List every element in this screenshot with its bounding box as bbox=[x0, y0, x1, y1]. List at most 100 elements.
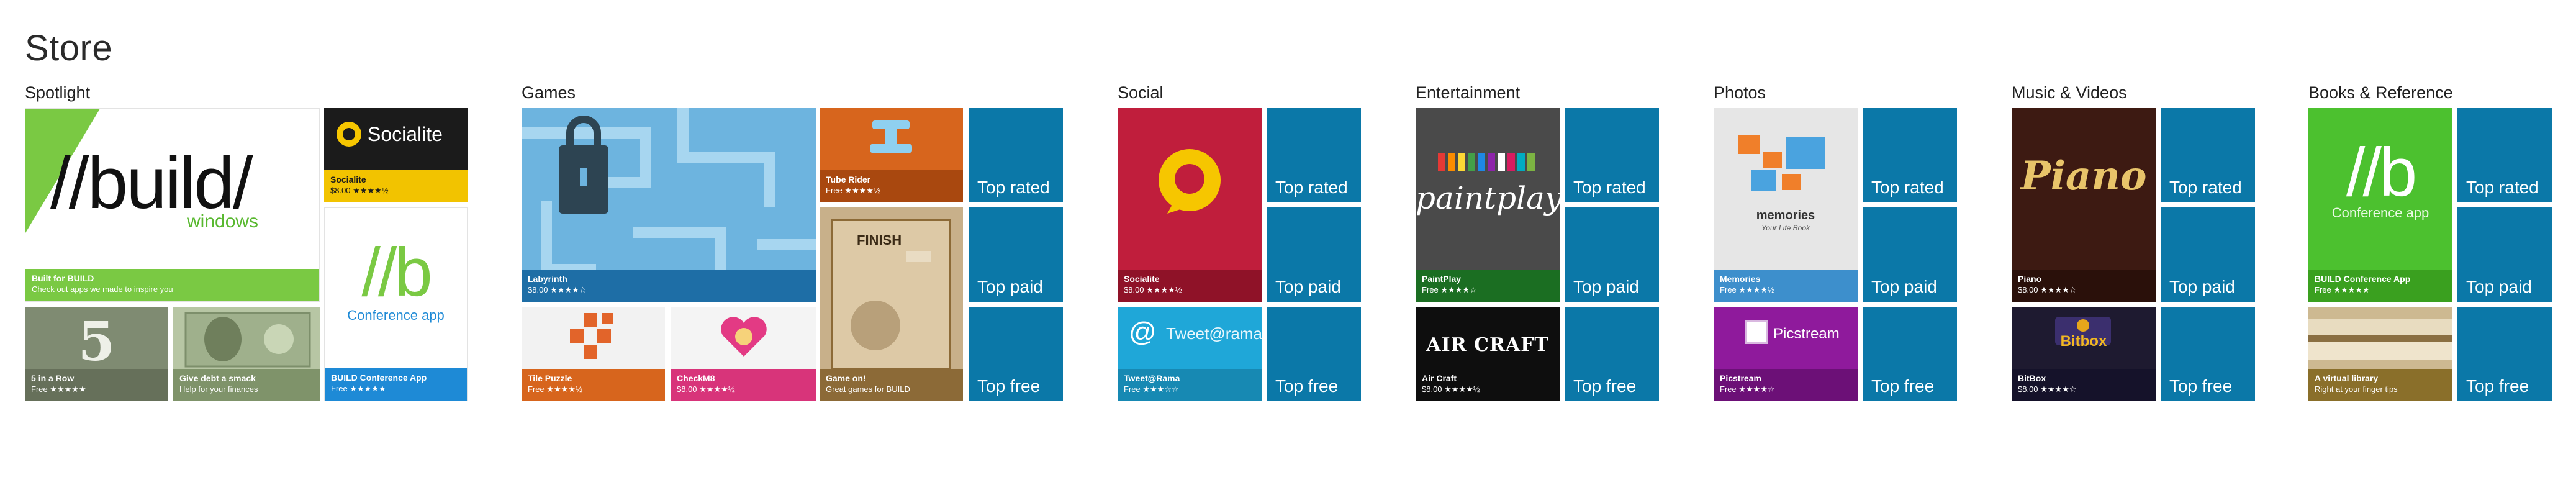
group-title-books-reference[interactable]: Books & Reference bbox=[2308, 83, 2453, 102]
tile-meta: $8.00 ★★★★½ bbox=[1422, 384, 1480, 394]
heart-icon bbox=[721, 317, 767, 357]
tile-info-bar: Tube Rider Free ★★★★½ bbox=[820, 170, 963, 202]
tile-build-conference-books[interactable]: //b Conference app BUILD Conference App … bbox=[2308, 108, 2452, 302]
nav-label: Top free bbox=[2466, 376, 2529, 396]
tile-built-for-build[interactable]: //build/ windows Built for BUILD Check o… bbox=[25, 108, 320, 302]
tile-name: Labyrinth bbox=[528, 274, 567, 284]
tile-info-bar: BitBox $8.00 ★★★★☆ bbox=[2012, 369, 2156, 401]
social-top-free[interactable]: Top free bbox=[1267, 307, 1361, 401]
tile-give-debt-a-smack[interactable]: Give debt a smack Help for your finances bbox=[173, 307, 320, 401]
photos-top-paid[interactable]: Top paid bbox=[1863, 207, 1957, 302]
tile-socialite-social[interactable]: Socialite $8.00 ★★★★½ bbox=[1118, 108, 1262, 302]
nav-label: Top free bbox=[2169, 376, 2233, 396]
tile-name: Socialite bbox=[1124, 274, 1160, 284]
tile-meta: Right at your finger tips bbox=[2315, 384, 2398, 394]
tile-info-bar: Memories Free ★★★★½ bbox=[1714, 270, 1858, 302]
tile-build-conference-spotlight[interactable]: //b Conference app BUILD Conference App … bbox=[324, 207, 468, 401]
music-top-rated[interactable]: Top rated bbox=[2161, 108, 2255, 202]
entertainment-top-paid[interactable]: Top paid bbox=[1565, 207, 1659, 302]
paint-stripes-icon bbox=[1438, 153, 1535, 171]
conference-logo-sub: Conference app bbox=[347, 307, 445, 323]
tile-tile-puzzle[interactable]: Tile Puzzle Free ★★★★½ bbox=[522, 307, 665, 401]
tile-info-bar: Socialite $8.00 ★★★★½ bbox=[1118, 270, 1262, 302]
group-title-photos[interactable]: Photos bbox=[1714, 83, 1766, 102]
tile-5-in-a-row[interactable]: 5 5 in a Row Free ★★★★★ bbox=[25, 307, 168, 401]
tile-name: Tweet@Rama bbox=[1124, 373, 1180, 383]
build-logo-sub: windows bbox=[187, 211, 259, 232]
social-top-paid[interactable]: Top paid bbox=[1267, 207, 1361, 302]
music-top-paid[interactable]: Top paid bbox=[2161, 207, 2255, 302]
tile-virtual-library[interactable]: A virtual library Right at your finger t… bbox=[2308, 307, 2452, 401]
tile-meta: Help for your finances bbox=[179, 384, 258, 394]
social-top-rated[interactable]: Top rated bbox=[1267, 108, 1361, 202]
tile-bitbox[interactable]: Bitbox BitBox $8.00 ★★★★☆ bbox=[2012, 307, 2156, 401]
tile-meta: Free ★★★☆☆ bbox=[1124, 384, 1179, 394]
tile-name: BUILD Conference App bbox=[2315, 274, 2411, 284]
nav-label: Top paid bbox=[1573, 277, 1639, 296]
five-logo: 5 bbox=[78, 311, 115, 373]
tile-name: Memories bbox=[1720, 274, 1761, 284]
games-top-free[interactable]: Top free bbox=[969, 307, 1063, 401]
books-top-free[interactable]: Top free bbox=[2457, 307, 2552, 401]
tile-checkm8[interactable]: CheckM8 $8.00 ★★★★½ bbox=[671, 307, 816, 401]
tube-icon bbox=[870, 120, 912, 153]
aircraft-logo: AIR CRAFT bbox=[1426, 334, 1549, 356]
photos-top-free[interactable]: Top free bbox=[1863, 307, 1957, 401]
tile-info-bar: BUILD Conference App Free ★★★★★ bbox=[325, 368, 467, 401]
at-sign-icon: @ bbox=[1129, 317, 1157, 347]
games-top-paid[interactable]: Top paid bbox=[969, 207, 1063, 302]
paintplay-logo: paintplay bbox=[1416, 180, 1560, 216]
tile-info-bar: Picstream Free ★★★★☆ bbox=[1714, 369, 1858, 401]
tile-meta: $8.00 ★★★★½ bbox=[330, 186, 389, 195]
tile-name: Give debt a smack bbox=[179, 373, 256, 383]
tile-info-bar: Give debt a smack Help for your finances bbox=[173, 369, 320, 401]
group-title-spotlight[interactable]: Spotlight bbox=[25, 83, 90, 102]
tile-labyrinth[interactable]: Labyrinth $8.00 ★★★★☆ bbox=[522, 108, 816, 302]
tile-name: Game on! bbox=[826, 373, 866, 383]
piano-logo: Piano bbox=[2020, 153, 2147, 199]
bitbox-logo: Bitbox bbox=[2060, 333, 2107, 350]
tile-info-bar: Socialite $8.00 ★★★★½ bbox=[324, 170, 468, 202]
group-title-social[interactable]: Social bbox=[1118, 83, 1164, 102]
tile-info-bar: Labyrinth $8.00 ★★★★☆ bbox=[522, 270, 816, 302]
tile-name: PaintPlay bbox=[1422, 274, 1462, 284]
entertainment-top-rated[interactable]: Top rated bbox=[1565, 108, 1659, 202]
tile-name: Piano bbox=[2018, 274, 2042, 284]
conference-logo-sub: Conference app bbox=[2331, 205, 2429, 220]
music-top-free[interactable]: Top free bbox=[2161, 307, 2255, 401]
tile-tweet-rama[interactable]: @ Tweet@rama Tweet@Rama Free ★★★☆☆ bbox=[1118, 307, 1262, 401]
tile-name: BitBox bbox=[2018, 373, 2046, 383]
group-title-music-videos[interactable]: Music & Videos bbox=[2012, 83, 2127, 102]
tile-socialite-spotlight[interactable]: Socialite Socialite $8.00 ★★★★½ bbox=[324, 108, 468, 202]
tile-meta: Free ★★★★☆ bbox=[1720, 384, 1775, 394]
tile-meta: Free ★★★★☆ bbox=[1422, 285, 1477, 294]
puzzle-icon bbox=[570, 313, 613, 359]
tile-meta: Free ★★★★★ bbox=[2315, 285, 2370, 294]
tile-name: 5 in a Row bbox=[31, 373, 75, 383]
nav-label: Top free bbox=[1275, 376, 1339, 396]
tile-piano[interactable]: Piano Piano $8.00 ★★★★☆ bbox=[2012, 108, 2156, 302]
tile-picstream[interactable]: Picstream Picstream Free ★★★★☆ bbox=[1714, 307, 1858, 401]
tile-air-craft[interactable]: AIR CRAFT Air Craft $8.00 ★★★★½ bbox=[1416, 307, 1560, 401]
socialite-logo-text: Socialite bbox=[368, 123, 443, 145]
socialite-icon bbox=[1159, 149, 1221, 214]
group-title-games[interactable]: Games bbox=[522, 83, 576, 102]
tile-info-bar: Tile Puzzle Free ★★★★½ bbox=[522, 369, 665, 401]
entertainment-top-free[interactable]: Top free bbox=[1565, 307, 1659, 401]
nav-label: Top rated bbox=[1871, 178, 1944, 197]
tile-info-bar: BUILD Conference App Free ★★★★★ bbox=[2308, 270, 2452, 302]
tile-tube-rider[interactable]: Tube Rider Free ★★★★½ bbox=[820, 108, 963, 202]
nav-label: Top paid bbox=[977, 277, 1043, 296]
group-title-entertainment[interactable]: Entertainment bbox=[1416, 83, 1520, 102]
tile-name: Tile Puzzle bbox=[528, 373, 572, 383]
tile-paintplay[interactable]: paintplay PaintPlay Free ★★★★☆ bbox=[1416, 108, 1560, 302]
tile-memories[interactable]: memories Your Life Book Memories Free ★★… bbox=[1714, 108, 1858, 302]
books-top-paid[interactable]: Top paid bbox=[2457, 207, 2552, 302]
tile-info-bar: Piano $8.00 ★★★★☆ bbox=[2012, 270, 2156, 302]
books-top-rated[interactable]: Top rated bbox=[2457, 108, 2552, 202]
photos-top-rated[interactable]: Top rated bbox=[1863, 108, 1957, 202]
tile-name: BUILD Conference App bbox=[331, 373, 427, 383]
tile-name: CheckM8 bbox=[677, 373, 715, 383]
games-top-rated[interactable]: Top rated bbox=[969, 108, 1063, 202]
tile-game-on[interactable]: FINISH Game on! Great games for BUILD bbox=[820, 207, 963, 401]
